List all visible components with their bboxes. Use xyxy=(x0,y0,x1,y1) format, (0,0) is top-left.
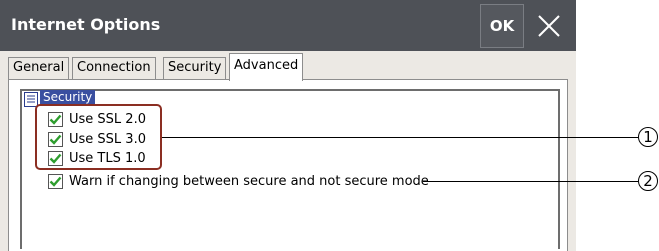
close-button[interactable] xyxy=(526,4,572,48)
checkmark-icon xyxy=(49,134,62,145)
checkmark-icon xyxy=(49,176,62,187)
checkmark-icon xyxy=(49,153,62,164)
internet-options-window: Internet Options OK General Connection S… xyxy=(0,0,576,251)
close-icon xyxy=(538,15,560,37)
tab-advanced[interactable]: Advanced xyxy=(229,53,304,81)
tls1-checkbox[interactable] xyxy=(48,151,63,166)
window-title: Internet Options xyxy=(11,15,161,34)
callout-marker-2: 2 xyxy=(638,171,658,191)
ok-button[interactable]: OK xyxy=(480,4,524,48)
title-bar: Internet Options OK xyxy=(0,0,576,51)
callout-marker-1: 1 xyxy=(638,127,658,147)
ssl2-label: Use SSL 2.0 xyxy=(69,112,146,127)
ssl3-label: Use SSL 3.0 xyxy=(69,132,146,147)
tab-security[interactable]: Security xyxy=(163,57,227,79)
option-use-ssl-3[interactable]: Use SSL 3.0 xyxy=(48,131,146,148)
callout-line-2 xyxy=(423,181,638,182)
tab-connection[interactable]: Connection xyxy=(72,57,156,79)
tab-general[interactable]: General xyxy=(8,57,70,79)
warn-mode-label: Warn if changing between secure and not … xyxy=(69,174,429,189)
ssl2-checkbox[interactable] xyxy=(48,112,63,127)
security-group-label[interactable]: Security xyxy=(40,90,96,105)
checkmark-icon xyxy=(49,114,62,125)
option-use-ssl-2[interactable]: Use SSL 2.0 xyxy=(48,111,146,128)
warn-mode-checkbox[interactable] xyxy=(48,174,63,189)
ssl3-checkbox[interactable] xyxy=(48,132,63,147)
option-use-tls-1[interactable]: Use TLS 1.0 xyxy=(48,150,146,167)
callout-line-1 xyxy=(162,137,638,138)
tls1-label: Use TLS 1.0 xyxy=(69,151,146,166)
option-warn-secure-mode[interactable]: Warn if changing between secure and not … xyxy=(48,173,429,190)
